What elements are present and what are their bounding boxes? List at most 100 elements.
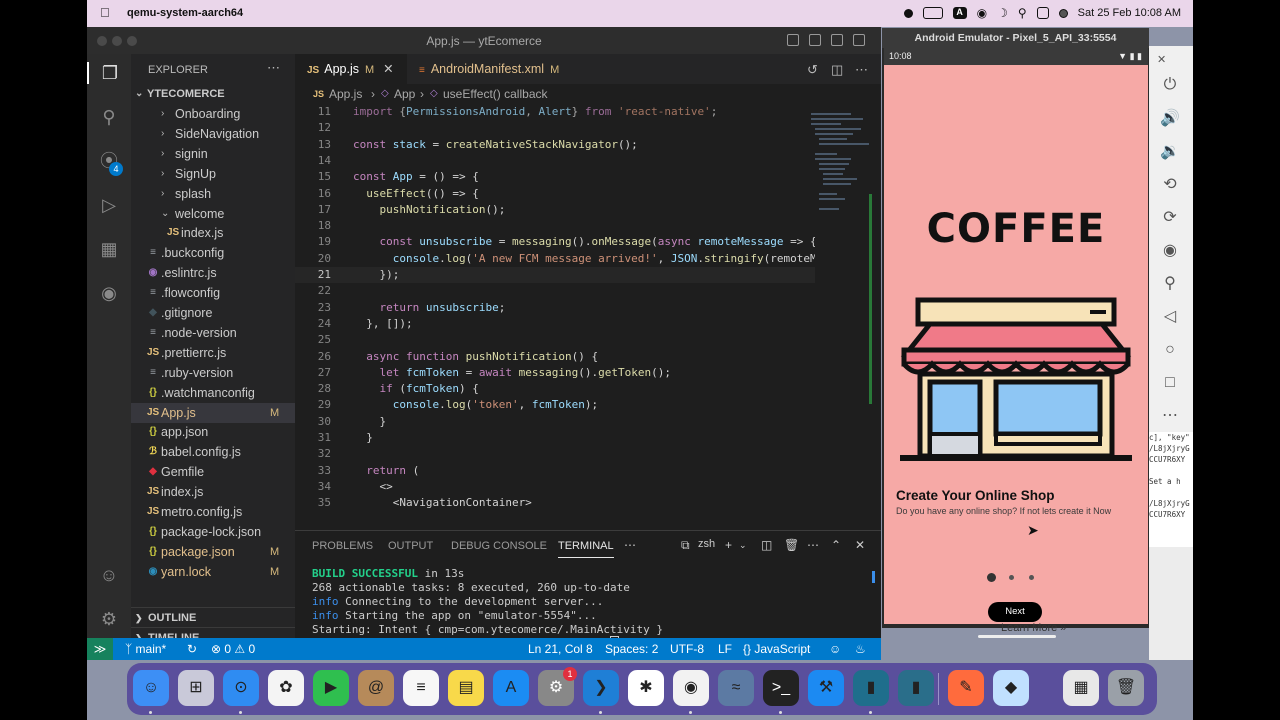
power-icon[interactable]: ⏻ bbox=[1159, 74, 1181, 96]
panel-more-icon[interactable]: ⋯ bbox=[624, 538, 636, 552]
dock-contacts-icon[interactable]: @ bbox=[358, 670, 394, 706]
code-line[interactable]: 24 }, []); bbox=[295, 316, 815, 332]
file-tree-item[interactable]: ℬbabel.config.js bbox=[131, 442, 295, 462]
code-line[interactable]: 16 useEffect(() => { bbox=[295, 186, 815, 202]
terminal-shell-name[interactable]: zsh bbox=[698, 538, 715, 550]
outline-section[interactable]: ❯ OUTLINE bbox=[131, 607, 295, 627]
code-line[interactable]: 23 return unsubscribe; bbox=[295, 300, 815, 316]
settings-gear-icon[interactable]: ⚙ bbox=[98, 608, 120, 630]
file-tree-item[interactable]: JS index.js bbox=[131, 223, 295, 243]
cursor-position[interactable]: Ln 21, Col 8 bbox=[528, 638, 593, 660]
terminal-shell-icon[interactable]: ⧉ bbox=[681, 538, 690, 553]
breadcrumb-symbol[interactable]: App bbox=[394, 84, 415, 104]
dock-launchpad-icon[interactable]: ⊞ bbox=[178, 670, 214, 706]
file-tree-item[interactable]: ◉ .eslintrc.js bbox=[131, 263, 295, 283]
customize-layout-icon[interactable] bbox=[853, 34, 865, 46]
file-tree-item[interactable]: ≡ .ruby-version bbox=[131, 363, 295, 383]
file-tree-item[interactable]: JS .prettierrc.js bbox=[131, 343, 295, 363]
code-line[interactable]: 34 <> bbox=[295, 479, 815, 495]
tab-androidmanifest[interactable]: ≡ AndroidManifest.xml M bbox=[407, 54, 567, 84]
dock-reminders-icon[interactable]: ≡ bbox=[403, 670, 439, 706]
file-tree-item[interactable]: › signin bbox=[131, 144, 295, 164]
code-line[interactable]: 13 const stack = createNativeStackNavigat… bbox=[295, 137, 815, 153]
next-button[interactable]: Next bbox=[988, 602, 1042, 622]
dock-finder-icon[interactable]: ☺ bbox=[133, 670, 169, 706]
sync-icon[interactable]: ↻ bbox=[187, 638, 197, 660]
input-source-icon[interactable]: A bbox=[952, 7, 967, 19]
code-line[interactable]: 22 bbox=[295, 283, 815, 299]
menubar-clock[interactable]: Sat 25 Feb 10:08 AM bbox=[1078, 7, 1181, 19]
extensions-icon[interactable]: ▦ bbox=[98, 238, 120, 260]
toggle-sidebar-icon[interactable] bbox=[787, 34, 799, 46]
emulator-close-icon[interactable]: ✕ bbox=[1157, 53, 1166, 66]
code-line[interactable]: 20 console.log('A new FCM message arrive… bbox=[295, 251, 815, 267]
code-line[interactable]: 21 }); bbox=[295, 267, 815, 284]
git-branch[interactable]: ᛉ main* bbox=[125, 638, 166, 660]
apple-icon[interactable]:  bbox=[100, 5, 110, 20]
problems-count[interactable]: ⊗ 0 ⚠ 0 bbox=[211, 638, 255, 660]
file-tree-item[interactable]: › SignUp bbox=[131, 164, 295, 184]
file-tree-item[interactable]: ◆ Gemfile bbox=[131, 462, 295, 482]
search-icon[interactable]: ⚲ bbox=[1018, 6, 1027, 20]
maximize-panel-icon[interactable]: ⌃ bbox=[831, 538, 841, 552]
kill-terminal-icon[interactable]: 🗑 bbox=[784, 538, 799, 552]
file-tree-item[interactable]: › Onboarding bbox=[131, 104, 295, 124]
tab-debug-console[interactable]: DEBUG CONSOLE bbox=[451, 540, 547, 552]
dock-android-studio-icon[interactable]: ◆ bbox=[993, 670, 1029, 706]
open-changes-icon[interactable]: ↺ bbox=[807, 62, 818, 78]
file-tree-item[interactable]: ⌄ welcome bbox=[131, 204, 295, 224]
terminal-more-icon[interactable]: ⋯ bbox=[807, 538, 819, 552]
file-tree-item[interactable]: ≡ .buckconfig bbox=[131, 243, 295, 263]
android-gesture-bar[interactable] bbox=[978, 635, 1056, 638]
home-icon[interactable]: ○ bbox=[1159, 339, 1181, 361]
code-line[interactable]: 35 <NavigationContainer> bbox=[295, 495, 815, 511]
explorer-icon[interactable]: ❐ bbox=[87, 62, 131, 84]
file-tree-item[interactable]: › splash bbox=[131, 184, 295, 204]
volume-down-icon[interactable]: 🔉 bbox=[1159, 141, 1181, 163]
dock-notes-icon[interactable]: ▤ bbox=[448, 670, 484, 706]
file-tree-item[interactable]: ◆ .gitignore bbox=[131, 303, 295, 323]
code-editor[interactable]: 11 import {PermissionsAndroid, Alert} fro… bbox=[295, 104, 815, 530]
notifications-icon[interactable]: ♨ bbox=[855, 638, 866, 660]
code-line[interactable]: 29 console.log('token', fcmToken); bbox=[295, 397, 815, 413]
rotate-left-icon[interactable]: ⟲ bbox=[1159, 174, 1181, 196]
editor-more-icon[interactable]: ⋯ bbox=[855, 62, 868, 78]
toggle-panel-icon[interactable] bbox=[809, 34, 821, 46]
encoding[interactable]: UTF-8 bbox=[670, 638, 704, 660]
battery-icon[interactable] bbox=[922, 7, 943, 19]
dock-docker-icon[interactable]: ≈ bbox=[718, 670, 754, 706]
dock-downloads-icon[interactable]: ▦ bbox=[1063, 670, 1099, 706]
toggle-secondary-sidebar-icon[interactable] bbox=[831, 34, 843, 46]
dock-simulator-icon[interactable]: ▮ bbox=[853, 670, 889, 706]
rotate-right-icon[interactable]: ⟳ bbox=[1159, 207, 1181, 229]
code-line[interactable]: 27 let fcmToken = await messaging().getT… bbox=[295, 365, 815, 381]
feedback-icon[interactable]: ☺ bbox=[829, 638, 841, 660]
file-tree-item[interactable]: ◉ yarn.lock M bbox=[131, 562, 295, 582]
indentation[interactable]: Spaces: 2 bbox=[605, 638, 658, 660]
file-tree-item[interactable]: JS index.js bbox=[131, 482, 295, 502]
record-icon[interactable] bbox=[903, 8, 913, 18]
account-icon[interactable]: ☺ bbox=[98, 564, 120, 586]
tab-app-js[interactable]: JS App.js M ✕ bbox=[295, 54, 407, 84]
terminal-dropdown-icon[interactable]: ⌄ bbox=[739, 540, 747, 551]
back-icon[interactable]: ◁ bbox=[1159, 306, 1181, 328]
dock-slack-icon[interactable]: ✱ bbox=[628, 670, 664, 706]
menubar-app-name[interactable]: qemu-system-aarch64 bbox=[127, 7, 243, 19]
breadcrumb-file[interactable]: App.js bbox=[329, 84, 362, 104]
end-of-line[interactable]: LF bbox=[718, 638, 732, 660]
code-line[interactable]: 14 bbox=[295, 153, 815, 169]
close-tab-icon[interactable]: ✕ bbox=[383, 62, 393, 76]
code-line[interactable]: 17 pushNotification(); bbox=[295, 202, 815, 218]
volume-up-icon[interactable]: 🔊 bbox=[1159, 108, 1181, 130]
learn-more-link[interactable]: Learn More » bbox=[1001, 622, 1066, 634]
explorer-more-icon[interactable]: ⋯ bbox=[267, 60, 280, 76]
search-view-icon[interactable]: ⚲ bbox=[98, 106, 120, 128]
code-line[interactable]: 30 } bbox=[295, 414, 815, 430]
file-tree-item[interactable]: JS metro.config.js bbox=[131, 502, 295, 522]
camera-icon[interactable]: ◉ bbox=[1159, 240, 1181, 262]
code-line[interactable]: 12 bbox=[295, 120, 815, 136]
github-icon[interactable]: ◉ bbox=[98, 282, 120, 304]
file-tree-item[interactable]: {} app.json bbox=[131, 422, 295, 442]
wifi-icon[interactable]: ◉ bbox=[977, 6, 987, 20]
code-line[interactable]: 25 bbox=[295, 332, 815, 348]
